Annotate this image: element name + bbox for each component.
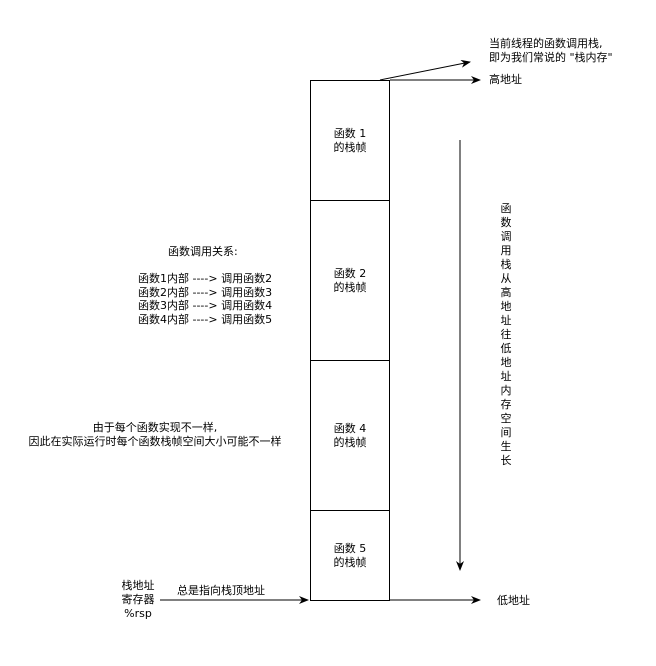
note-pointer-arrow — [379, 59, 471, 81]
stack-frame-title: 函数 1 — [333, 126, 367, 140]
frame-size-note-line2: 因此在实际运行时每个函数栈帧空间大小可能不一样 — [28, 435, 282, 448]
frame-size-note: 由于每个函数实现不一样, 因此在实际运行时每个函数栈帧空间大小可能不一样 — [10, 421, 300, 449]
stack-frame-5: 函数 5 的栈帧 — [310, 510, 390, 601]
stack-frame-title: 函数 5 — [333, 541, 367, 555]
stack-frame-subtitle: 的栈帧 — [333, 555, 367, 569]
rsp-arrow-label: 总是指向栈顶地址 — [177, 584, 265, 597]
high-address-label: 高地址 — [489, 73, 522, 86]
stack-frame-subtitle: 的栈帧 — [333, 435, 367, 449]
stack-frame-title: 函数 4 — [333, 421, 367, 435]
stack-frame-1: 函数 1 的栈帧 — [310, 80, 390, 201]
rsp-register-label: 栈地址 寄存器 %rsp — [110, 579, 166, 621]
rsp-register-line2: 寄存器 — [121, 593, 155, 606]
stack-frame-2: 函数 2 的栈帧 — [310, 200, 390, 361]
stack-memory-note-line1: 当前线程的函数调用栈, — [489, 37, 603, 50]
frame-size-note-line1: 由于每个函数实现不一样, — [92, 421, 218, 434]
stack-frame-4: 函数 4 的栈帧 — [310, 360, 390, 511]
call-relation-item: 函数3内部 ----> 调用函数4 — [138, 299, 273, 312]
stack-memory-note-line2: 即为我们常说的 "栈内存" — [489, 51, 613, 64]
growth-direction-text: 函数调用栈从高地址往低地址内存空间生长 — [500, 202, 512, 467]
rsp-register-line1: 栈地址 — [121, 579, 155, 592]
rsp-register-line3: %rsp — [124, 607, 152, 620]
call-relations-title: 函数调用关系: — [168, 245, 238, 258]
stack-frame-subtitle: 的栈帧 — [333, 140, 367, 154]
stack-frame-title: 函数 2 — [333, 266, 367, 280]
stack-memory-note: 当前线程的函数调用栈, 即为我们常说的 "栈内存" — [489, 37, 613, 65]
call-relation-item: 函数4内部 ----> 调用函数5 — [138, 312, 273, 326]
low-address-label: 低地址 — [497, 594, 530, 607]
stack-frame-subtitle: 的栈帧 — [333, 280, 367, 294]
call-relation-item: 函数2内部 ----> 调用函数3 — [138, 285, 273, 299]
call-relation-item: 函数1内部 ----> 调用函数2 — [138, 272, 273, 285]
call-relations-list: 函数1内部 ----> 调用函数2 函数2内部 ----> 调用函数3 函数3内… — [138, 272, 272, 326]
